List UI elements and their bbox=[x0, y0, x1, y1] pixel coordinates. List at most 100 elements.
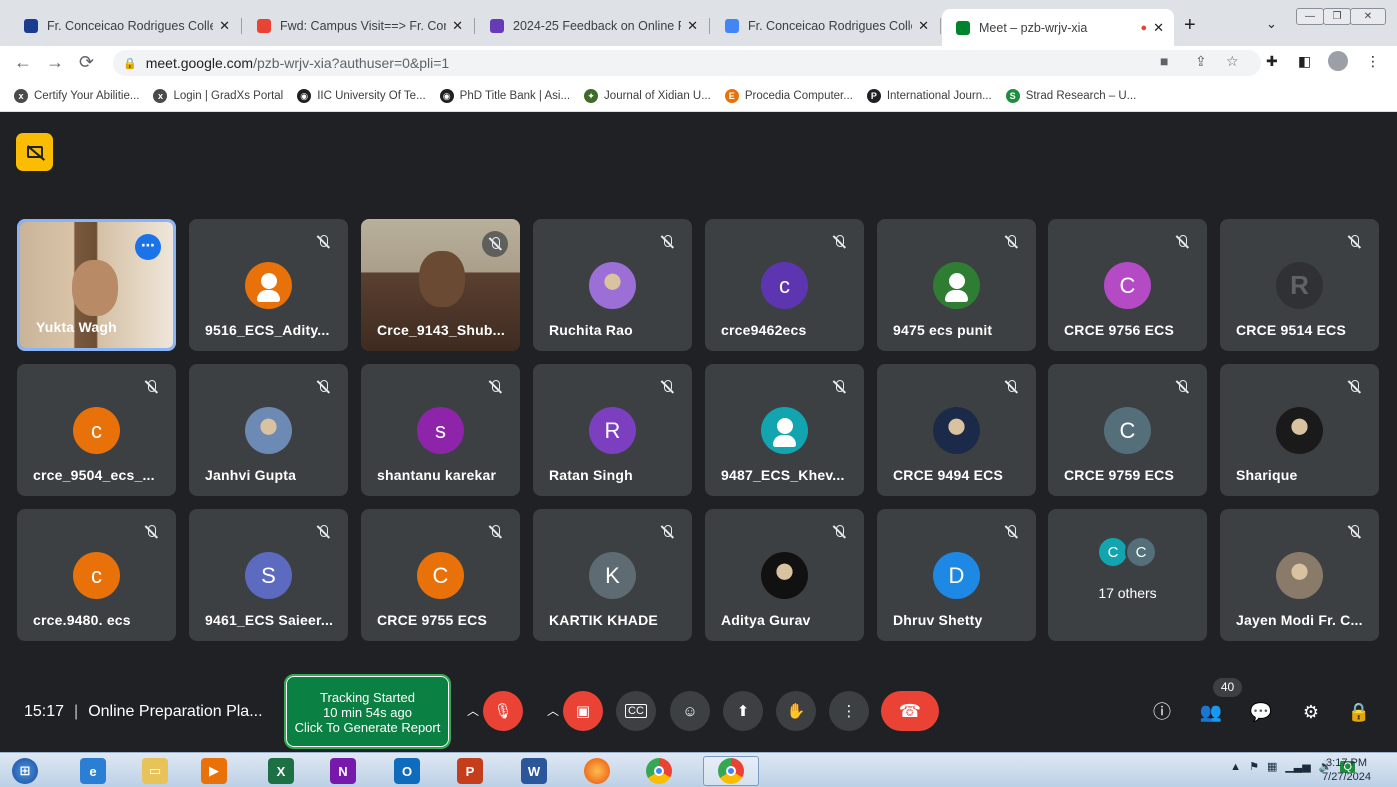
raise-hand-button[interactable]: ✋ bbox=[776, 691, 816, 731]
video-off-indicator-icon[interactable] bbox=[16, 133, 53, 171]
close-window-button[interactable]: ✕ bbox=[1350, 8, 1386, 25]
taskbar-media[interactable]: ▶ bbox=[195, 756, 233, 786]
participant-tile[interactable]: ⋯ Yukta Wagh bbox=[17, 219, 176, 351]
participant-tile[interactable]: c crce.9480. ecs bbox=[17, 509, 176, 641]
activities-icon[interactable]: ⚙ bbox=[1298, 699, 1324, 725]
bookmark-label: IIC University Of Te... bbox=[317, 89, 426, 102]
taskbar-explorer[interactable]: ▭ bbox=[136, 756, 174, 786]
device-icon[interactable]: ▦ bbox=[1267, 760, 1277, 773]
close-tab-icon[interactable]: ✕ bbox=[219, 18, 230, 34]
taskbar-ie[interactable]: e bbox=[74, 756, 112, 786]
participant-tile[interactable]: Sharique bbox=[1220, 364, 1379, 496]
taskbar-powerpoint[interactable]: P bbox=[451, 756, 489, 786]
taskbar-chrome-active[interactable] bbox=[703, 756, 759, 786]
reload-icon[interactable]: ⟳ bbox=[79, 52, 94, 73]
share-icon[interactable]: ⇪ bbox=[1195, 53, 1207, 70]
taskbar-excel[interactable]: X bbox=[262, 756, 300, 786]
taskbar-onenote[interactable]: N bbox=[324, 756, 362, 786]
action-center-flag-icon[interactable]: ⚑ bbox=[1249, 760, 1259, 773]
participant-name: crce9462ecs bbox=[721, 322, 807, 338]
participant-tile[interactable]: R CRCE 9514 ECS bbox=[1220, 219, 1379, 351]
leave-call-button[interactable]: ☎ bbox=[881, 691, 939, 731]
media-player-icon: ▶ bbox=[201, 758, 227, 784]
chat-icon[interactable]: 💬 bbox=[1248, 699, 1274, 725]
more-options-button[interactable]: ⋮ bbox=[829, 691, 869, 731]
participant-tile[interactable]: S 9461_ECS Saieer... bbox=[189, 509, 348, 641]
back-icon[interactable]: ← bbox=[14, 52, 32, 73]
bookmark-star-icon[interactable]: ☆ bbox=[1226, 53, 1239, 70]
browser-tab[interactable]: Meet – pzb-wrjv-xia ● ✕ bbox=[942, 9, 1174, 46]
meeting-title[interactable]: Online Preparation Pla... bbox=[88, 703, 262, 720]
participant-tile[interactable]: 9516_ECS_Adity... bbox=[189, 219, 348, 351]
participant-tile[interactable]: Janhvi Gupta bbox=[189, 364, 348, 496]
browser-tab[interactable]: Fwd: Campus Visit==> Fr. Conc ✕ bbox=[243, 11, 473, 41]
participant-tile[interactable]: 9487_ECS_Khev... bbox=[705, 364, 864, 496]
reactions-button[interactable]: ☺ bbox=[670, 691, 710, 731]
taskbar-outlook[interactable]: O bbox=[388, 756, 426, 786]
present-button[interactable]: ⬆ bbox=[723, 691, 763, 731]
bookmark-item[interactable]: E Procedia Computer... bbox=[724, 88, 853, 103]
participant-tile[interactable]: D Dhruv Shetty bbox=[877, 509, 1036, 641]
participant-tile[interactable]: 9475 ecs punit bbox=[877, 219, 1036, 351]
bookmark-item[interactable]: ◉ IIC University Of Te... bbox=[297, 88, 426, 103]
participant-tile[interactable]: C CRCE 9759 ECS bbox=[1048, 364, 1207, 496]
participant-tile[interactable]: C C 17 others bbox=[1048, 509, 1207, 641]
participant-tile[interactable]: Jayen Modi Fr. C... bbox=[1220, 509, 1379, 641]
captions-button[interactable]: CC bbox=[616, 691, 656, 731]
bookmark-item[interactable]: S Strad Research – U... bbox=[1005, 88, 1136, 103]
participant-tile[interactable]: C CRCE 9755 ECS bbox=[361, 509, 520, 641]
menu-icon[interactable]: ⋮ bbox=[1366, 53, 1380, 70]
chevron-down-icon[interactable]: ⌄ bbox=[1266, 16, 1277, 32]
meeting-time: 15:17 bbox=[24, 703, 65, 720]
start-button[interactable]: ⊞ bbox=[6, 756, 44, 786]
camera-in-use-icon[interactable]: ■ bbox=[1160, 53, 1168, 69]
browser-tab[interactable]: Fr. Conceicao Rodrigues Colleg ✕ bbox=[711, 11, 939, 41]
bookmark-item[interactable]: x Login | GradXs Portal bbox=[153, 88, 283, 103]
browser-tab[interactable]: Fr. Conceicao Rodrigues Colleg ✕ bbox=[10, 11, 240, 41]
bookmark-favicon-icon: x bbox=[153, 88, 168, 103]
close-tab-icon[interactable]: ✕ bbox=[1153, 20, 1164, 36]
participant-tile[interactable]: c crce9462ecs bbox=[705, 219, 864, 351]
participant-tile[interactable]: C CRCE 9756 ECS bbox=[1048, 219, 1207, 351]
participant-avatar: R bbox=[1276, 262, 1323, 309]
new-tab-icon[interactable]: + bbox=[1184, 14, 1196, 37]
participant-tile[interactable]: K KARTIK KHADE bbox=[533, 509, 692, 641]
host-controls-icon[interactable]: 🔒 bbox=[1346, 699, 1372, 725]
forward-icon[interactable]: → bbox=[46, 52, 64, 73]
bookmark-item[interactable]: x Certify Your Abilitie... bbox=[14, 88, 139, 103]
extensions-icon[interactable]: ✚ bbox=[1266, 53, 1278, 70]
camera-toggle-button[interactable]: ▣ bbox=[563, 691, 603, 731]
taskbar-chrome[interactable] bbox=[640, 756, 678, 786]
tracking-report-button[interactable]: Tracking Started 10 min 54s ago Click To… bbox=[284, 674, 451, 749]
meeting-details-icon[interactable]: ⓘ bbox=[1149, 699, 1175, 725]
participant-tile[interactable]: s shantanu karekar bbox=[361, 364, 520, 496]
side-panel-icon[interactable]: ◧ bbox=[1298, 53, 1311, 70]
participant-tile[interactable]: R Ratan Singh bbox=[533, 364, 692, 496]
maximize-button[interactable]: ❐ bbox=[1323, 8, 1351, 25]
tracking-duration: 10 min 54s ago bbox=[323, 705, 412, 720]
mic-toggle-button[interactable]: 🎙 bbox=[483, 691, 523, 731]
participant-tile[interactable]: CRCE 9494 ECS bbox=[877, 364, 1036, 496]
minimize-button[interactable]: — bbox=[1296, 8, 1324, 25]
participant-tile[interactable]: Aditya Gurav bbox=[705, 509, 864, 641]
network-signal-icon[interactable]: ▁▃▅ bbox=[1285, 760, 1310, 773]
bookmark-item[interactable]: P International Journ... bbox=[866, 88, 992, 103]
bookmark-item[interactable]: ◉ PhD Title Bank | Asi... bbox=[439, 88, 570, 103]
close-tab-icon[interactable]: ✕ bbox=[918, 18, 929, 34]
participant-tile[interactable]: c crce_9504_ecs_... bbox=[17, 364, 176, 496]
profile-avatar[interactable] bbox=[1328, 51, 1348, 71]
tab-title: Fr. Conceicao Rodrigues Colleg bbox=[47, 19, 214, 33]
close-tab-icon[interactable]: ✕ bbox=[687, 18, 698, 34]
taskbar-firefox[interactable] bbox=[578, 756, 616, 786]
more-options-icon[interactable]: ⋯ bbox=[135, 234, 161, 260]
close-tab-icon[interactable]: ✕ bbox=[452, 18, 463, 34]
browser-tab[interactable]: 2024-25 Feedback on Online F ✕ bbox=[476, 11, 708, 41]
show-hidden-icons-icon[interactable]: ▲ bbox=[1230, 761, 1241, 773]
taskbar-clock[interactable]: 3:17 PM 7/27/2024 bbox=[1322, 756, 1371, 784]
bookmark-item[interactable]: ✦ Journal of Xidian U... bbox=[584, 88, 711, 103]
participant-tile[interactable]: Ruchita Rao bbox=[533, 219, 692, 351]
participant-tile[interactable]: Crce_9143_Shub... bbox=[361, 219, 520, 351]
taskbar-word[interactable]: W bbox=[515, 756, 553, 786]
url-input[interactable]: 🔒 meet.google.com/pzb-wrjv-xia?authuser=… bbox=[113, 50, 1261, 76]
people-icon[interactable]: 👥 bbox=[1198, 699, 1224, 725]
